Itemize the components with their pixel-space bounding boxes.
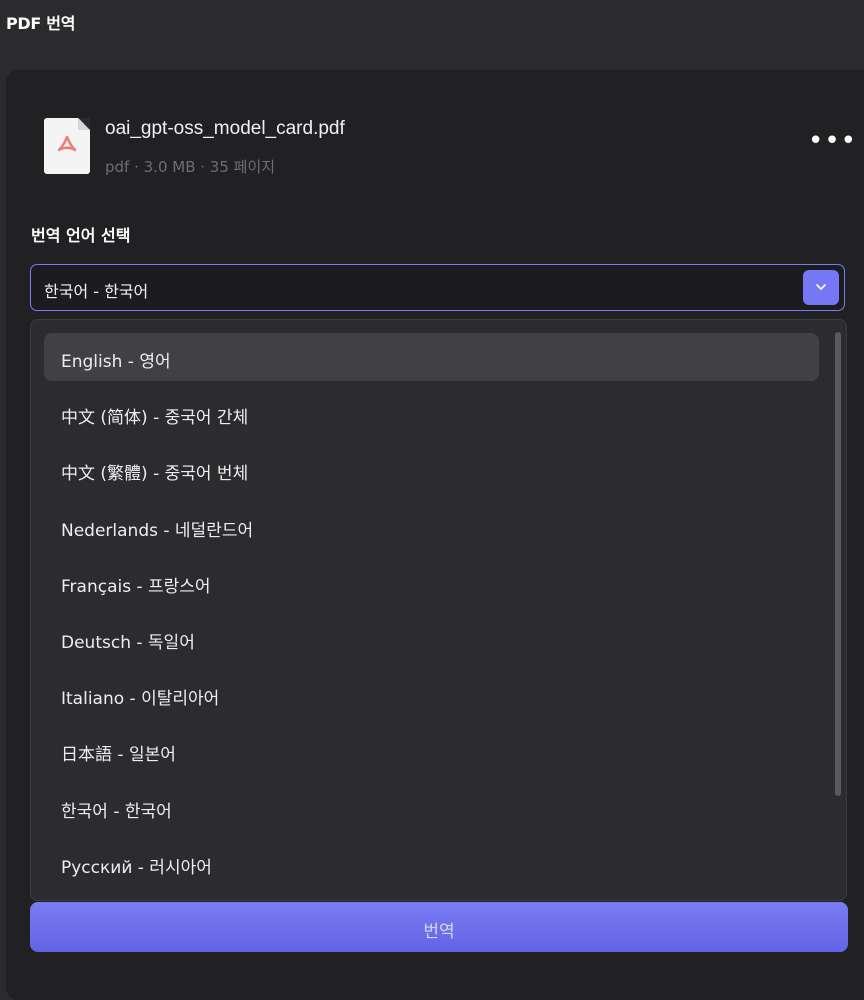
- language-option-label: 한국어 - 한국어: [61, 801, 172, 822]
- language-option-label: 中文 (繁體) - 중국어 번체: [61, 464, 249, 485]
- language-option-label: Français - 프랑스어: [61, 576, 211, 597]
- language-option[interactable]: 中文 (繁體) - 중국어 번체: [44, 445, 819, 493]
- translate-button[interactable]: 번역: [30, 902, 848, 952]
- language-option[interactable]: Deutsch - 독일어: [44, 614, 819, 662]
- language-option[interactable]: 日本語 - 일본어: [44, 726, 819, 774]
- language-option[interactable]: 한국어 - 한국어: [44, 783, 819, 831]
- language-option[interactable]: 中文 (简体) - 중국어 간체: [44, 389, 819, 437]
- language-select-value: 한국어 - 한국어: [44, 282, 149, 301]
- language-option[interactable]: Nederlands - 네덜란드어: [44, 502, 819, 550]
- translate-button-label: 번역: [423, 922, 455, 942]
- language-option-label: English - 영어: [61, 352, 171, 372]
- language-option[interactable]: Italiano - 이탈리아어: [44, 670, 819, 718]
- app-title: PDF 번역: [6, 14, 76, 33]
- file-meta: pdf · 3.0 MB · 35 페이지: [105, 158, 276, 176]
- language-option-label: Deutsch - 독일어: [61, 633, 195, 653]
- more-options-button[interactable]: •••: [808, 128, 856, 156]
- language-option[interactable]: Français - 프랑스어: [44, 558, 819, 606]
- language-option-label: Nederlands - 네덜란드어: [61, 520, 254, 541]
- language-option-label: Italiano - 이탈리아어: [61, 689, 220, 710]
- dropdown-scrollbar[interactable]: [835, 332, 841, 796]
- more-horizontal-icon: •••: [808, 126, 858, 156]
- dropdown-toggle-button[interactable]: [803, 270, 839, 305]
- file-name: oai_gpt-oss_model_card.pdf: [105, 118, 345, 139]
- language-option-label: Русский - 러시아어: [61, 857, 212, 878]
- language-option[interactable]: English - 영어: [44, 333, 819, 381]
- language-dropdown-list: Русский - 러시아어 한국어 - 한국어 日本語 - 일본어 Italiano…: [30, 319, 847, 901]
- language-option-label: 中文 (简体) - 중국어 간체: [61, 408, 249, 429]
- language-select-label: 번역 언어 선택: [31, 226, 131, 245]
- chevron-down-icon: [816, 284, 826, 290]
- language-option[interactable]: Русский - 러시아어: [44, 839, 819, 887]
- pdf-file-icon: [44, 118, 90, 174]
- language-select[interactable]: 한국어 - 한국어: [30, 264, 845, 311]
- language-option-label: 日本語 - 일본어: [61, 745, 176, 766]
